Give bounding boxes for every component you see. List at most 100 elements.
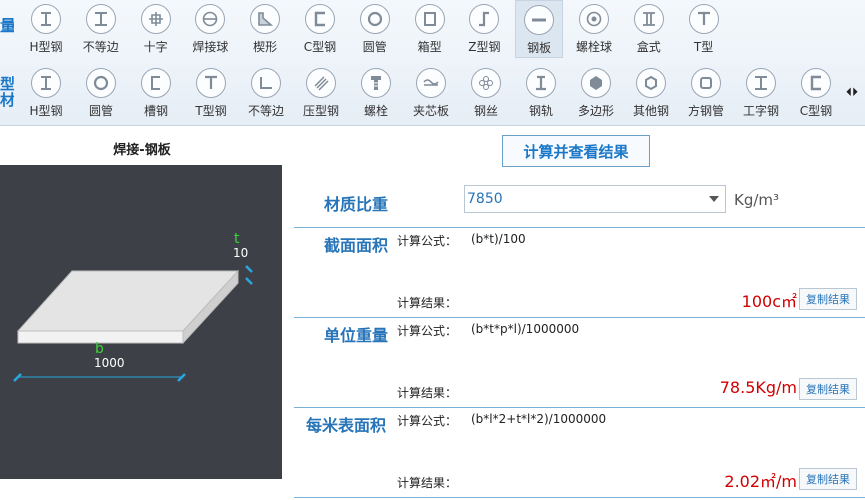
plate-icon bbox=[524, 5, 555, 35]
tool-h-beam[interactable]: H型钢 bbox=[22, 64, 70, 122]
channel-icon bbox=[141, 68, 171, 98]
formula-label: 计算公式： bbox=[397, 234, 458, 248]
tool-label: T型钢 bbox=[195, 104, 227, 118]
polygon-icon bbox=[581, 68, 611, 98]
round-tube-icon bbox=[86, 68, 116, 98]
tool-label: 其他钢 bbox=[632, 104, 669, 118]
tool-cross[interactable]: 十字 bbox=[132, 0, 180, 58]
tool-t-section[interactable]: T型 bbox=[680, 0, 728, 58]
copy-result-button[interactable]: 复制结果 bbox=[799, 288, 857, 310]
density-unit: Kg/m³ bbox=[734, 191, 780, 209]
tool-label: 不等边 bbox=[82, 40, 119, 54]
steel-wire-icon bbox=[471, 68, 501, 98]
formula-label: 计算公式： bbox=[397, 324, 458, 338]
wedge-icon bbox=[250, 4, 281, 34]
tool-steel-wire[interactable]: 钢丝 bbox=[462, 64, 510, 122]
dim-t-symbol: t bbox=[234, 231, 240, 247]
result-label: 计算结果： bbox=[397, 386, 458, 400]
copy-result-button[interactable]: 复制结果 bbox=[799, 468, 857, 490]
i-beam-icon bbox=[746, 68, 776, 98]
section-area: 截面面积 计算公式： (b*t)/100 计算结果： 100c㎡ 复制结果 bbox=[294, 227, 865, 317]
tool-wedge[interactable]: 楔形 bbox=[241, 0, 289, 58]
tool-label: 钢板 bbox=[527, 41, 552, 55]
toolbar-scroll-arrows[interactable]: ⏴⏵ bbox=[839, 80, 865, 104]
tool-other-steel[interactable]: 其他钢 bbox=[627, 64, 675, 122]
other-steel-icon bbox=[636, 68, 666, 98]
tool-round-tube[interactable]: 圆管 bbox=[351, 0, 399, 58]
i-beam-icon bbox=[85, 4, 116, 34]
formula-value: (b*t*p*l)/1000000 bbox=[471, 322, 580, 336]
h-beam-icon bbox=[31, 68, 61, 98]
tool-i-beam[interactable]: 工字钢 bbox=[737, 64, 785, 122]
t-section-icon bbox=[196, 68, 226, 98]
t-section-icon bbox=[688, 4, 719, 34]
tool-box-section[interactable]: 箱型 bbox=[406, 0, 454, 58]
tool-welded-ball[interactable]: 焊接球 bbox=[186, 0, 234, 58]
tool-t-section[interactable]: T型钢 bbox=[187, 64, 235, 122]
tool-i-beam[interactable]: 不等边 bbox=[77, 0, 125, 58]
tool-label: 螺栓球 bbox=[575, 40, 612, 54]
rail-icon bbox=[526, 68, 556, 98]
plate-top-face bbox=[16, 270, 240, 332]
bolt-ball-icon bbox=[579, 4, 609, 34]
tool-label: C型钢 bbox=[799, 104, 833, 118]
calculate-button[interactable]: 计算并查看结果 bbox=[502, 135, 650, 167]
bolt-icon bbox=[361, 68, 391, 98]
tool-label: 楔形 bbox=[253, 40, 278, 54]
tool-label: 圆管 bbox=[88, 104, 113, 118]
tool-channel[interactable]: 槽钢 bbox=[132, 64, 180, 122]
result-label: 计算结果： bbox=[397, 296, 458, 310]
formula-label: 计算公式： bbox=[397, 414, 458, 428]
tool-bolt[interactable]: 螺栓 bbox=[352, 64, 400, 122]
cross-icon bbox=[140, 4, 171, 34]
copy-result-button[interactable]: 复制结果 bbox=[799, 378, 857, 400]
calc-panel: 计算并查看结果 材质比重 7850 Kg/m³ 截面面积 计算公式： (b*t)… bbox=[294, 127, 865, 500]
tool-sandwich-panel[interactable]: 夹芯板 bbox=[407, 64, 455, 122]
density-select[interactable]: 7850 bbox=[464, 185, 726, 213]
tool-plate[interactable]: 钢板 bbox=[515, 0, 564, 58]
tool-label: 工字钢 bbox=[742, 104, 779, 118]
profiled-sheet-icon bbox=[306, 68, 336, 98]
tool-profiled-sheet[interactable]: 压型钢 bbox=[297, 64, 345, 122]
tool-label: 夹芯板 bbox=[412, 104, 449, 118]
tool-c-channel[interactable]: C型钢 bbox=[792, 64, 840, 122]
tool-box-type[interactable]: 盒式 bbox=[625, 0, 673, 58]
tool-c-channel[interactable]: C型钢 bbox=[296, 0, 344, 58]
tool-z-section[interactable]: Z型钢 bbox=[460, 0, 508, 58]
tool-rail[interactable]: 钢轨 bbox=[517, 64, 565, 122]
tool-label: 多边形 bbox=[577, 104, 614, 118]
angle-icon bbox=[251, 68, 281, 98]
plate-diagram: t 10 b 1000 bbox=[13, 231, 253, 382]
chevron-down-icon[interactable] bbox=[709, 196, 719, 202]
tool-square-tube[interactable]: 方钢管 bbox=[682, 64, 730, 122]
h-beam-icon bbox=[31, 4, 61, 34]
side-label-profile: 型材 bbox=[0, 76, 14, 108]
dim-t-tick-bottom bbox=[245, 277, 253, 285]
shape-toolbar: 量 型材 H型钢 不等边 十字 焊接球 楔形 C型钢 圆管 箱型 Z型钢 钢板 螺栓球 盒式 T型 H型… bbox=[0, 0, 865, 126]
tool-label: 箱型 bbox=[417, 40, 442, 54]
square-tube-icon bbox=[691, 68, 721, 98]
formula-value: (b*t)/100 bbox=[471, 232, 526, 246]
tool-label: T型 bbox=[693, 40, 714, 54]
formula-value: (b*l*2+t*l*2)/1000000 bbox=[471, 412, 607, 426]
result-value: 78.5Kg/m bbox=[719, 378, 797, 397]
tool-bolt-ball[interactable]: 螺栓球 bbox=[570, 0, 618, 58]
tool-h-beam[interactable]: H型钢 bbox=[22, 0, 70, 58]
plate-preview-canvas: t 10 b 1000 bbox=[0, 165, 282, 479]
tool-polygon[interactable]: 多边形 bbox=[572, 64, 620, 122]
result-value: 100c㎡ bbox=[741, 292, 797, 311]
tool-label: 螺栓 bbox=[363, 104, 388, 118]
c-channel-icon bbox=[801, 68, 831, 98]
section-title: 单位重量 bbox=[324, 326, 389, 345]
tool-label: 压型钢 bbox=[302, 104, 339, 118]
tool-label: Z型钢 bbox=[468, 40, 501, 54]
tool-label: 盒式 bbox=[636, 40, 661, 54]
tool-angle[interactable]: 不等边 bbox=[242, 64, 290, 122]
tool-round-tube[interactable]: 圆管 bbox=[77, 64, 125, 122]
preview-panel: 焊接-钢板 t 10 b 1000 bbox=[0, 127, 284, 500]
tool-label: 钢轨 bbox=[528, 104, 553, 118]
result-value: 2.02㎡/m bbox=[724, 472, 797, 491]
z-section-icon bbox=[469, 4, 500, 34]
tool-label: 焊接球 bbox=[192, 40, 229, 54]
welded-ball-icon bbox=[195, 4, 226, 34]
